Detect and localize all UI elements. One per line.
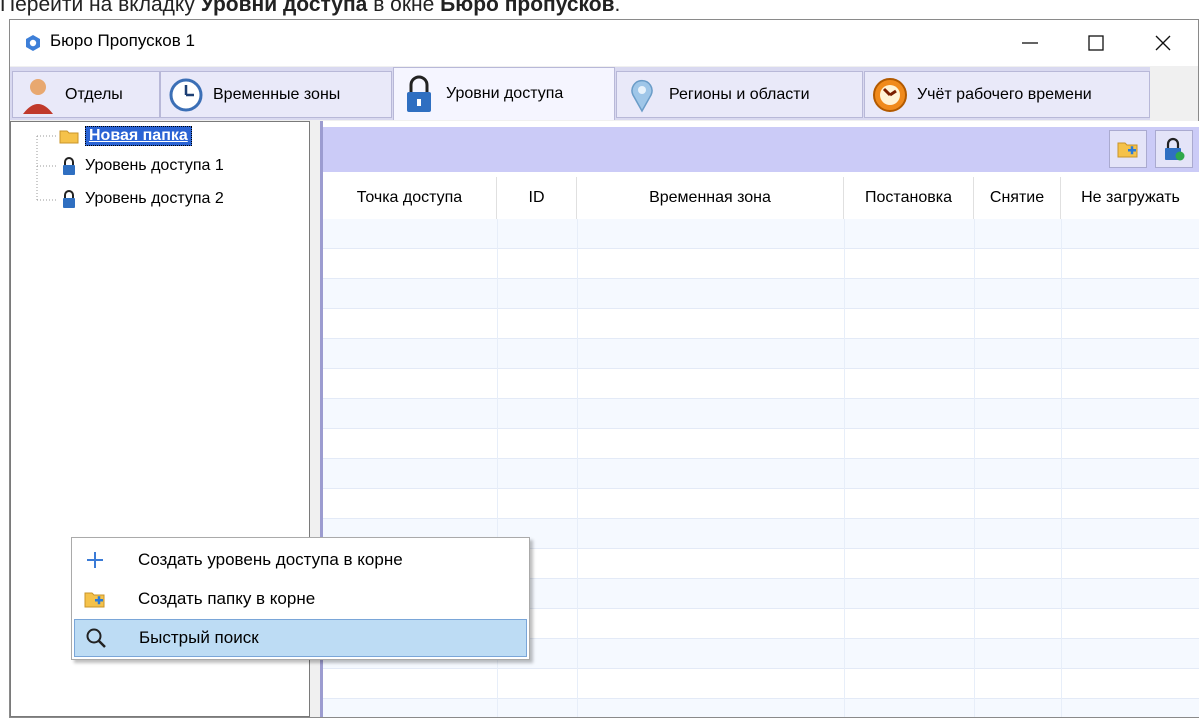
person-icon bbox=[19, 76, 57, 114]
table-row bbox=[323, 369, 1199, 399]
instruction-mid: в окне bbox=[367, 0, 441, 16]
time-tracking-icon bbox=[871, 76, 909, 114]
grid-column-line bbox=[974, 219, 975, 717]
lock-icon bbox=[400, 75, 438, 113]
tab-time-tracking[interactable]: Учёт рабочего времени bbox=[864, 71, 1150, 118]
tree-item-label: Уровень доступа 1 bbox=[85, 157, 224, 174]
tab-departments[interactable]: Отделы bbox=[12, 71, 160, 118]
lock-icon bbox=[59, 156, 79, 176]
column-header-label: Постановка bbox=[865, 189, 952, 206]
menu-item-create-folder-root[interactable]: Создать папку в корне bbox=[74, 580, 527, 618]
add-folder-icon bbox=[74, 580, 116, 618]
instruction-tab-name: Уровни доступа bbox=[200, 0, 368, 16]
column-header-arming[interactable]: Постановка bbox=[844, 177, 974, 219]
add-folder-icon bbox=[1117, 142, 1138, 158]
folder-icon bbox=[59, 126, 79, 146]
minimize-icon bbox=[1022, 42, 1038, 44]
tab-label: Регионы и области bbox=[669, 85, 810, 103]
table-row bbox=[323, 699, 1199, 717]
tree-item-label: Новая папка bbox=[85, 126, 192, 146]
column-header-disarming[interactable]: Снятие bbox=[974, 177, 1061, 219]
table-row bbox=[323, 489, 1199, 519]
tree-item-access-level-1[interactable]: Уровень доступа 1 bbox=[59, 156, 224, 176]
grid-column-line bbox=[1061, 219, 1062, 717]
column-header-label: Не загружать bbox=[1081, 189, 1180, 206]
table-row bbox=[323, 399, 1199, 429]
close-icon bbox=[1155, 35, 1171, 51]
context-menu: Создать уровень доступа в корне Создать … bbox=[71, 537, 530, 660]
plus-icon bbox=[74, 541, 116, 579]
column-header-id[interactable]: ID bbox=[497, 177, 577, 219]
column-header-access-point[interactable]: Точка доступа bbox=[323, 177, 497, 219]
app-logo-icon bbox=[24, 34, 42, 52]
column-header-label: ID bbox=[528, 189, 545, 206]
lock-icon bbox=[59, 189, 79, 209]
maximize-icon bbox=[1088, 35, 1104, 51]
column-header-do-not-load[interactable]: Не загружать bbox=[1061, 177, 1199, 219]
tab-access-levels[interactable]: Уровни доступа bbox=[393, 67, 615, 120]
table-row bbox=[323, 279, 1199, 309]
column-header-time-zone[interactable]: Временная зона bbox=[577, 177, 844, 219]
map-pin-icon bbox=[623, 76, 661, 114]
table-row bbox=[323, 669, 1199, 699]
tab-label: Уровни доступа bbox=[446, 85, 564, 102]
menu-item-label: Быстрый поиск bbox=[139, 628, 259, 647]
instruction-suffix: . bbox=[614, 0, 621, 16]
instruction-prefix: Перейти на вкладку bbox=[0, 0, 201, 16]
column-header-label: Точка доступа bbox=[356, 189, 463, 206]
tree-item-new-folder[interactable]: Новая папка bbox=[59, 126, 192, 146]
table-row bbox=[323, 459, 1199, 489]
tab-label: Отделы bbox=[65, 85, 123, 103]
maximize-button[interactable] bbox=[1063, 20, 1129, 66]
menu-item-create-access-level-root[interactable]: Создать уровень доступа в корне bbox=[74, 541, 527, 579]
add-folder-button[interactable] bbox=[1109, 130, 1147, 168]
instruction-window-name: Бюро пропусков bbox=[440, 0, 615, 16]
title-bar[interactable]: Бюро Пропусков 1 bbox=[10, 20, 1198, 66]
table-row bbox=[323, 249, 1199, 279]
window-title: Бюро Пропусков 1 bbox=[50, 31, 195, 50]
table-row bbox=[323, 429, 1199, 459]
right-toolbar bbox=[323, 127, 1199, 172]
grid-column-line bbox=[577, 219, 578, 717]
tab-strip: Отделы Временные зоны Уровни доступа Рег… bbox=[10, 67, 1150, 120]
table-row bbox=[323, 339, 1199, 369]
column-header-label: Снятие bbox=[989, 189, 1045, 206]
tab-time-zones[interactable]: Временные зоны bbox=[160, 71, 392, 118]
grid-column-line bbox=[844, 219, 845, 717]
instruction-text: Перейти на вкладку Уровни доступа в окне… bbox=[0, 0, 620, 17]
tab-label: Учёт рабочего времени bbox=[917, 85, 1092, 103]
minimize-button[interactable] bbox=[997, 20, 1063, 66]
search-icon bbox=[75, 619, 117, 657]
tab-label: Временные зоны bbox=[213, 85, 341, 103]
menu-item-quick-search[interactable]: Быстрый поиск bbox=[74, 619, 527, 657]
menu-item-label: Создать папку в корне bbox=[138, 589, 316, 608]
table-row bbox=[323, 219, 1199, 249]
table-row bbox=[323, 309, 1199, 339]
add-access-level-button[interactable] bbox=[1155, 130, 1193, 168]
clock-icon bbox=[167, 76, 205, 114]
tree-item-access-level-2[interactable]: Уровень доступа 2 bbox=[59, 189, 224, 209]
grid-header: Точка доступа ID Временная зона Постанов… bbox=[323, 177, 1199, 220]
close-button[interactable] bbox=[1130, 20, 1196, 66]
tree-item-label: Уровень доступа 2 bbox=[85, 190, 224, 207]
menu-item-label: Создать уровень доступа в корне bbox=[138, 550, 403, 569]
tab-regions[interactable]: Регионы и области bbox=[616, 71, 863, 118]
column-header-label: Временная зона bbox=[649, 189, 771, 206]
add-lock-icon bbox=[1165, 137, 1185, 161]
